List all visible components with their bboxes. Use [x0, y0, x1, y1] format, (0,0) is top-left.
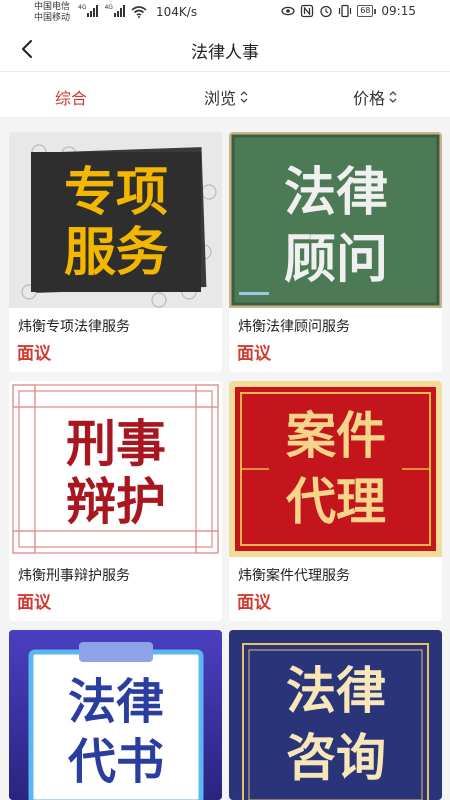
product-image-text: 服务 — [64, 223, 168, 283]
sort-tab-label: 浏览 — [204, 89, 237, 108]
product-card[interactable]: 专项 服务 炜衡专项法律服务 面议 — [9, 132, 222, 372]
product-name: 炜衡刑事辩护服务 — [18, 568, 130, 584]
sort-tab-comprehensive[interactable]: 综合 — [55, 85, 87, 109]
product-image: 刑事 辩护 — [9, 381, 222, 557]
status-bar: 中国电信 中国移动 4G 4G 104K/s 68 09:15 — [0, 0, 450, 26]
carrier-1: 中国电信 — [34, 2, 71, 12]
product-price: 面议 — [17, 344, 51, 364]
product-image: 专项 服务 — [9, 132, 222, 308]
product-image-text: 法律 — [68, 674, 164, 730]
carrier-2: 中国移动 — [34, 13, 71, 23]
product-image: 案件 代理 — [229, 381, 442, 557]
product-image-text: 代书 — [67, 734, 164, 790]
nfc-icon — [301, 4, 314, 18]
product-grid: 专项 服务 炜衡专项法律服务 面议 法律 顾问 炜衡法律顾问服务 面议 刑事 辩… — [0, 118, 450, 800]
product-image-text: 代理 — [285, 473, 386, 531]
product-image-text: 法律 — [286, 662, 386, 720]
sort-tab-views[interactable]: 浏览 — [204, 85, 249, 109]
alarm-icon — [320, 5, 332, 18]
battery-icon: 68 — [357, 5, 377, 17]
product-price: 面议 — [237, 593, 271, 613]
product-image-text: 法律 — [284, 163, 388, 223]
product-card[interactable]: 法律 顾问 炜衡法律顾问服务 面议 — [229, 132, 442, 372]
product-image-text: 顾问 — [284, 230, 388, 290]
nav-bar: 法律人事 — [0, 26, 450, 72]
sort-tab-label: 综合 — [55, 89, 88, 108]
signal-bars-icon — [87, 5, 99, 17]
clock: 09:15 — [381, 4, 416, 18]
page-title: 法律人事 — [191, 43, 259, 63]
sort-tab-label: 价格 — [353, 89, 386, 108]
product-price: 面议 — [237, 344, 271, 364]
product-card[interactable]: 案件 代理 炜衡案件代理服务 面议 — [229, 381, 442, 621]
product-name: 炜衡专项法律服务 — [18, 319, 130, 335]
product-card[interactable]: 法律 代书 — [9, 630, 222, 800]
product-image-text: 案件 — [286, 407, 386, 465]
network-type-2: 4G — [104, 4, 113, 11]
product-image: 法律 咨询 — [229, 630, 442, 800]
wifi-icon — [131, 6, 147, 18]
product-image: 法律 代书 — [9, 630, 222, 800]
carrier-info: 中国电信 中国移动 — [34, 2, 70, 24]
product-image-text: 专项 — [64, 163, 168, 223]
signal-indicators: 4G 4G — [78, 5, 125, 17]
product-card[interactable]: 刑事 辩护 炜衡刑事辩护服务 面议 — [9, 381, 222, 621]
product-image-text: 刑事 — [66, 415, 166, 473]
signal-bars-icon — [113, 5, 125, 17]
battery-level: 68 — [357, 5, 374, 17]
product-name: 炜衡法律顾问服务 — [238, 319, 350, 335]
product-card[interactable]: 法律 咨询 — [229, 630, 442, 800]
vibrate-icon — [339, 4, 352, 18]
eye-icon — [281, 6, 295, 16]
product-image-text: 辩护 — [66, 473, 166, 531]
product-name: 炜衡案件代理服务 — [238, 568, 350, 584]
product-price: 面议 — [17, 593, 51, 613]
sort-bar: 综合 浏览 价格 — [0, 72, 450, 118]
status-right: 68 09:15 — [281, 4, 416, 18]
product-image: 法律 顾问 — [229, 132, 442, 308]
network-type-1: 4G — [78, 4, 87, 11]
product-image-text: 咨询 — [286, 729, 386, 787]
network-speed: 104K/s — [156, 5, 198, 19]
sort-arrows-icon — [240, 91, 248, 103]
sort-tab-price[interactable]: 价格 — [353, 85, 398, 109]
sort-arrows-icon — [389, 91, 397, 103]
